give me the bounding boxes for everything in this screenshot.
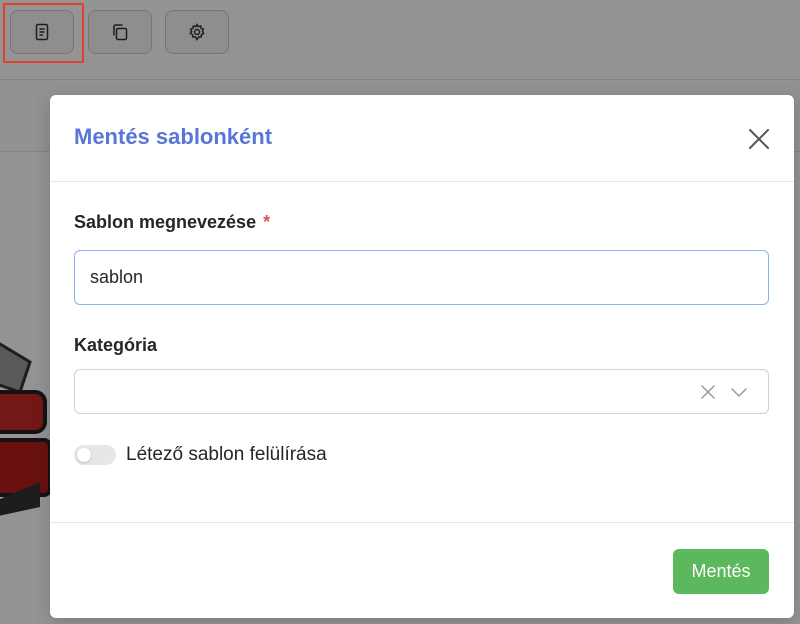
- save-button[interactable]: Mentés: [673, 549, 769, 594]
- close-button[interactable]: [746, 126, 772, 152]
- template-name-input[interactable]: [74, 250, 769, 305]
- template-name-label-text: Sablon megnevezése: [74, 212, 257, 232]
- dialog-header: Mentés sablonként: [50, 95, 794, 182]
- dialog-title: Mentés sablonként: [74, 124, 273, 149]
- overwrite-toggle-row: Létező sablon felülírása: [74, 442, 327, 468]
- overwrite-toggle[interactable]: [74, 445, 116, 465]
- category-label: Kategória: [74, 335, 158, 355]
- template-name-label: Sablon megnevezése *: [74, 212, 270, 233]
- save-template-dialog: Mentés sablonként Sablon megnevezése * K…: [50, 95, 794, 618]
- chevron-down-icon: [731, 388, 747, 397]
- close-icon: [749, 129, 769, 149]
- overwrite-toggle-label: Létező sablon felülírása: [126, 444, 327, 465]
- dialog-footer: Mentés: [50, 522, 794, 618]
- category-select[interactable]: [74, 369, 769, 414]
- select-dropdown-toggle[interactable]: [730, 384, 748, 400]
- toggle-knob: [77, 448, 91, 462]
- required-marker: *: [263, 212, 271, 232]
- select-clear-button[interactable]: [700, 384, 716, 400]
- highlight-marker: [3, 3, 84, 63]
- clear-icon: [701, 385, 715, 399]
